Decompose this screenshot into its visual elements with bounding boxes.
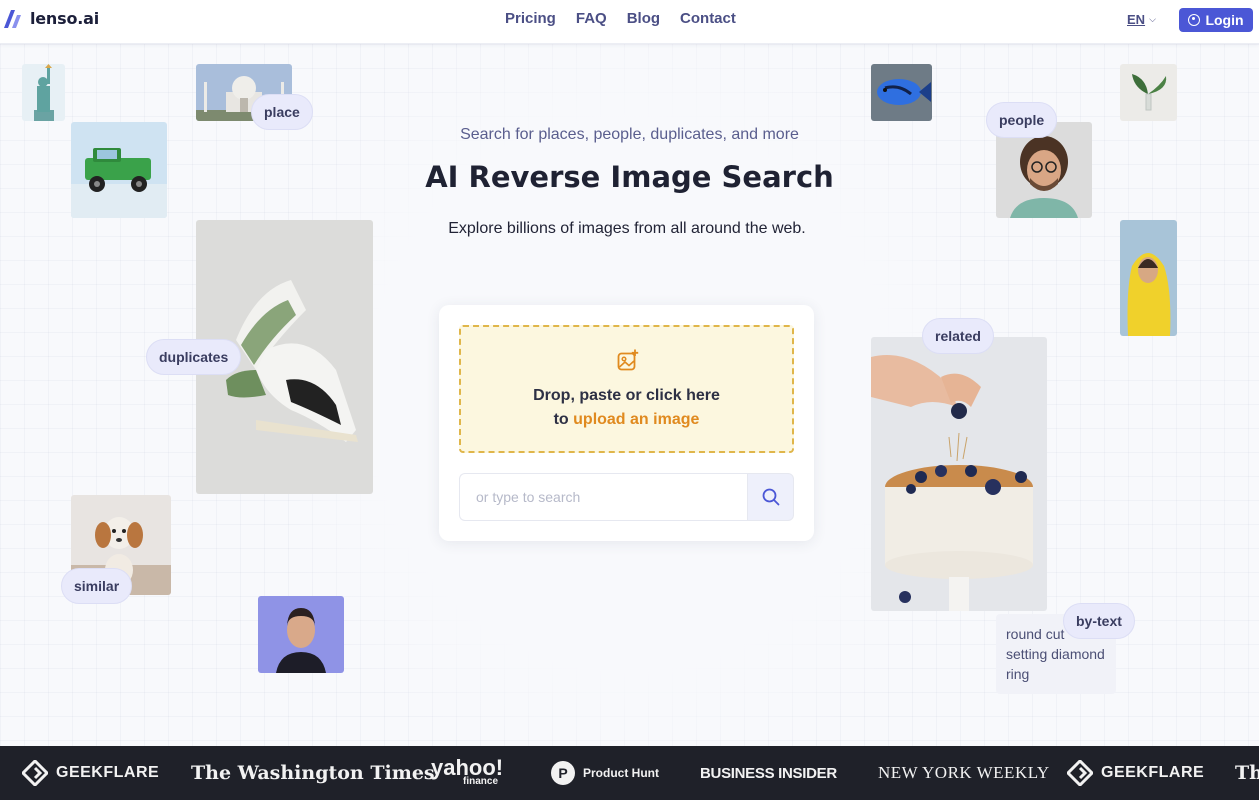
- press-new-york-weekly: NEW YORK WEEKLY: [878, 763, 1050, 782]
- tag-place-label: place: [264, 104, 300, 120]
- press-geekflare-2: GEEKFLARE: [1067, 746, 1204, 800]
- press-washington-times: The Washington Times: [191, 762, 435, 784]
- yellow-hoodie-image: [1120, 220, 1177, 336]
- tag-related: related: [922, 318, 994, 354]
- blueberry-cake-image: [871, 337, 1047, 611]
- add-image-icon: [617, 349, 639, 371]
- hero-subtitle: Search for places, people, duplicates, a…: [460, 126, 799, 143]
- upload-link[interactable]: upload an image: [573, 411, 699, 428]
- tag-related-label: related: [935, 328, 981, 344]
- language-selector[interactable]: EN ⌵: [1127, 12, 1156, 27]
- blue-fish-image: [871, 64, 932, 121]
- press-geekflare-label: GEEKFLARE: [56, 764, 160, 781]
- tag-duplicates: duplicates: [146, 339, 242, 375]
- geekflare-icon: [22, 760, 48, 786]
- upload-dropzone[interactable]: Drop, paste or click here to upload an i…: [459, 325, 794, 453]
- press-washington-times-2: Th: [1235, 762, 1259, 784]
- tag-by-text-label: by-text: [1076, 613, 1122, 629]
- tag-by-text: by-text: [1063, 603, 1135, 639]
- dropzone-instruction-2: to upload an image: [461, 411, 792, 429]
- product-hunt-icon: P: [551, 761, 575, 785]
- press-business-insider: BUSINESS INSIDER: [700, 764, 837, 782]
- search-input[interactable]: [459, 473, 748, 521]
- geekflare-icon: [1067, 760, 1093, 786]
- press-product-hunt-label: Product Hunt: [583, 766, 659, 780]
- nav-pricing[interactable]: Pricing: [505, 10, 556, 27]
- search-icon: [762, 488, 779, 506]
- tag-place: place: [251, 94, 313, 130]
- nav-faq[interactable]: FAQ: [576, 10, 607, 27]
- press-yahoo-label: yahoo!: [431, 755, 504, 780]
- press-logos-bar: GEEKFLARE The Washington Times yahoo! fi…: [0, 746, 1259, 800]
- page-title: AI Reverse Image Search: [425, 160, 834, 194]
- logo-icon: [4, 9, 21, 28]
- main-nav: Pricing FAQ Blog Contact: [505, 10, 736, 27]
- press-geekflare-2-label: GEEKFLARE: [1101, 764, 1205, 781]
- language-code: EN: [1127, 12, 1146, 27]
- tag-duplicates-label: duplicates: [159, 349, 229, 365]
- login-label: Login: [1205, 12, 1244, 28]
- dropzone-instruction: Drop, paste or click here: [533, 387, 720, 404]
- plant-image: [1120, 64, 1177, 121]
- woman-portrait-image: [258, 596, 344, 673]
- nav-blog[interactable]: Blog: [627, 10, 660, 27]
- press-finance-label: finance: [463, 776, 499, 787]
- press-yahoo-finance: yahoo! finance: [431, 746, 503, 800]
- tag-similar-label: similar: [74, 578, 120, 594]
- press-geekflare: GEEKFLARE: [22, 746, 159, 800]
- tag-similar: similar: [61, 568, 133, 604]
- chevron-down-icon: ⌵: [1149, 14, 1156, 24]
- user-icon: [1188, 14, 1201, 26]
- login-button[interactable]: Login: [1179, 8, 1253, 32]
- search-button[interactable]: [747, 473, 794, 521]
- upload-card: Drop, paste or click here to upload an i…: [439, 305, 814, 541]
- dropzone-prefix: to: [553, 411, 574, 428]
- statue-of-liberty-image: [22, 64, 65, 121]
- logo[interactable]: lenso.ai: [4, 9, 99, 28]
- press-product-hunt: P Product Hunt: [551, 746, 659, 800]
- nav-contact[interactable]: Contact: [680, 10, 736, 27]
- hero-description: Explore billions of images from all arou…: [448, 220, 806, 237]
- brand-name: lenso.ai: [30, 9, 100, 28]
- site-header: lenso.ai Pricing FAQ Blog Contact EN ⌵ L…: [0, 0, 1259, 44]
